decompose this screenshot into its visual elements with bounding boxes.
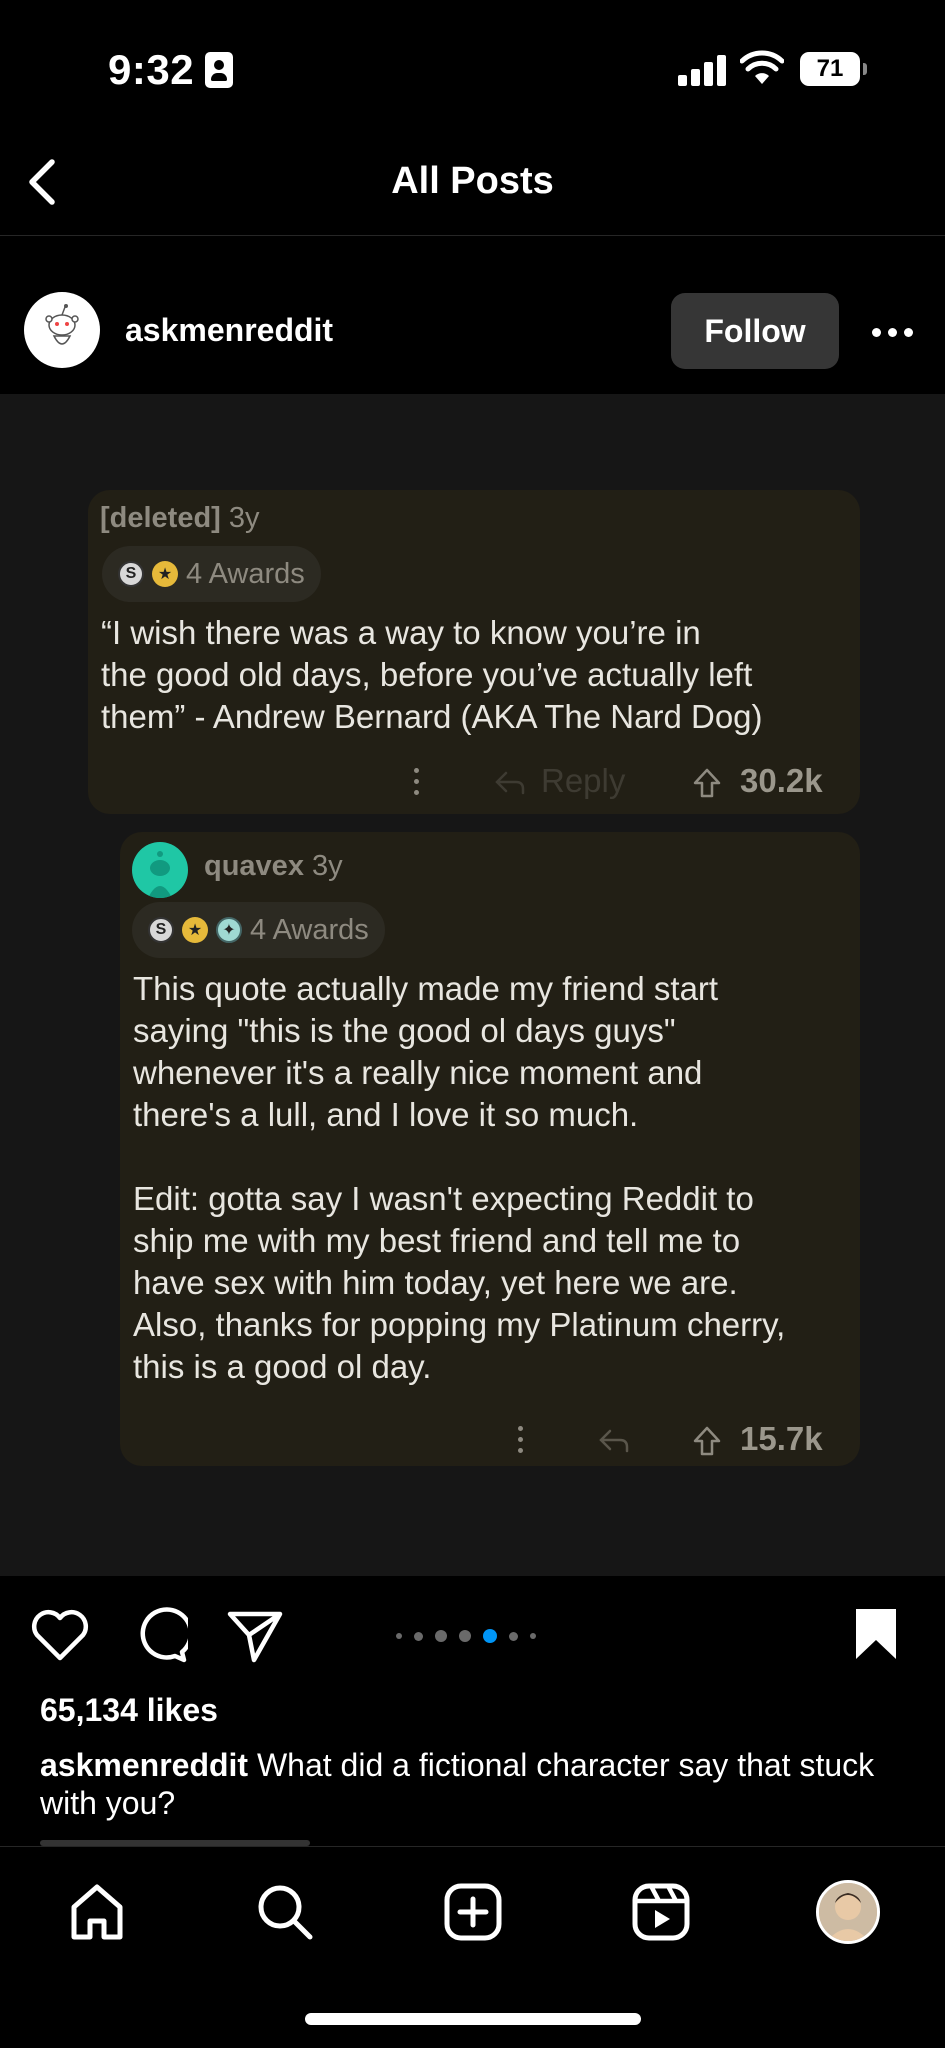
comment-username: quavex: [204, 850, 304, 882]
home-indicator: [305, 2013, 641, 2025]
add-post-icon: [444, 1883, 502, 1941]
nav-reels[interactable]: [626, 1877, 696, 1947]
carousel-dot: [396, 1633, 402, 1639]
battery-tip: [863, 63, 867, 75]
reply-arrow-icon[interactable]: [598, 1428, 630, 1454]
commenter-avatar: [132, 842, 188, 898]
like-button[interactable]: [30, 1606, 90, 1667]
reply-button[interactable]: Reply: [541, 762, 625, 800]
post-image[interactable]: [deleted] 3y S ★ 4 Awards “I wish there …: [0, 394, 945, 1576]
status-bar: 9:32 71: [0, 0, 945, 140]
gold-award-icon: ★: [182, 917, 208, 943]
post-actions: [0, 1576, 945, 1690]
more-dot: [888, 328, 897, 337]
more-options-button[interactable]: [868, 312, 918, 352]
comment-bubble-icon: [140, 1607, 193, 1663]
search-icon: [258, 1885, 313, 1940]
gold-award-icon: ★: [152, 561, 178, 587]
nav-search[interactable]: [250, 1877, 320, 1947]
more-dot: [872, 328, 881, 337]
carousel-dot: [509, 1631, 518, 1641]
heart-icon: [31, 1610, 89, 1661]
comment-body: This quote actually made my friend start…: [133, 970, 786, 1385]
page-title: All Posts: [391, 160, 554, 202]
reddit-snoo-icon: [45, 304, 79, 345]
reels-icon: [632, 1883, 690, 1941]
paper-plane-icon: [227, 1611, 283, 1663]
silver-award-icon: S: [148, 917, 174, 943]
contact-card-icon: [205, 52, 233, 88]
home-icon: [71, 1884, 123, 1940]
likes-count[interactable]: 65,134 likes: [40, 1692, 218, 1729]
upvote-arrow-icon[interactable]: [692, 1425, 722, 1457]
comment-button[interactable]: [130, 1606, 193, 1669]
awards-pill: S ★ 4 Awards: [102, 546, 321, 602]
comment-username: [deleted]: [100, 502, 221, 534]
awards-count: 4 Awards: [250, 913, 369, 946]
reddit-comment: [deleted] 3y S ★ 4 Awards “I wish there …: [88, 490, 860, 814]
silver-award-icon: S: [118, 561, 144, 587]
carousel-dot: [530, 1633, 536, 1639]
carousel-dot: [459, 1630, 471, 1642]
author-username[interactable]: askmenreddit: [125, 312, 333, 349]
bookmark-icon: [856, 1609, 896, 1659]
caption-author[interactable]: askmenreddit: [40, 1747, 248, 1783]
reddit-snoo-icon: [148, 851, 172, 898]
battery-indicator: 71: [800, 52, 860, 86]
carousel-dot-active: [483, 1629, 497, 1643]
carousel-dot: [435, 1630, 447, 1642]
comment-body: “I wish there was a way to know you’re i…: [101, 614, 763, 735]
save-button[interactable]: [852, 1606, 900, 1667]
nav-profile-avatar[interactable]: [816, 1880, 880, 1944]
comment-age: 3y: [228, 502, 260, 534]
upvote-arrow-icon[interactable]: [692, 767, 722, 799]
nav-create[interactable]: [438, 1877, 508, 1947]
carousel-dot: [414, 1631, 423, 1641]
cellular-signal-icon: [678, 54, 728, 86]
comment-meta: [deleted] 3y: [100, 502, 260, 535]
nav-home[interactable]: [62, 1877, 132, 1947]
reddit-comment: quavex 3y S ★ ✦ 4 Awards This quote actu…: [120, 832, 860, 1466]
more-dot: [904, 328, 913, 337]
comment-more-icon[interactable]: [414, 768, 420, 796]
follow-button[interactable]: Follow: [671, 293, 839, 369]
profile-photo: [819, 1883, 877, 1941]
reply-arrow-icon[interactable]: [494, 770, 526, 796]
post-author-row: askmenreddit Follow: [0, 236, 945, 394]
author-avatar[interactable]: [24, 292, 100, 368]
top-header: All Posts: [0, 140, 945, 236]
share-button[interactable]: [226, 1608, 284, 1669]
platinum-award-icon: ✦: [216, 917, 242, 943]
upvote-count: 30.2k: [740, 762, 823, 799]
status-time: 9:32: [108, 46, 195, 93]
post-caption: askmenreddit What did a fictional charac…: [40, 1746, 900, 1822]
wifi-icon: [740, 50, 784, 84]
comment-age: 3y: [312, 850, 343, 882]
awards-count: 4 Awards: [186, 557, 305, 590]
upvote-count: 15.7k: [740, 1420, 823, 1457]
comment-meta: quavex 3y: [204, 850, 343, 883]
awards-pill: S ★ ✦ 4 Awards: [132, 902, 385, 958]
comment-more-icon[interactable]: [518, 1426, 524, 1454]
carousel-indicator: [396, 1628, 536, 1644]
